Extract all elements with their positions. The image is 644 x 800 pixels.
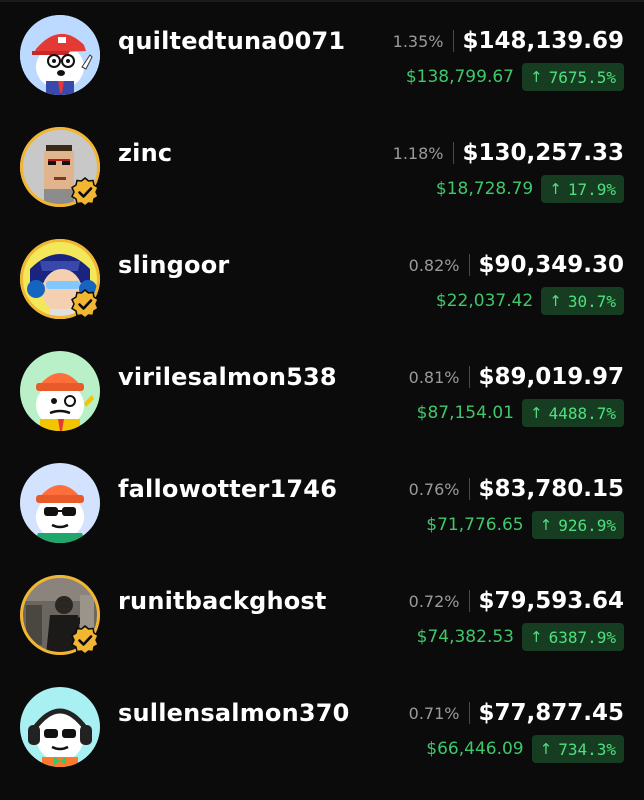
holder-row[interactable]: fallowotter1746 0.76% $83,780.15 $71,776… bbox=[0, 448, 644, 560]
gain-badge: ↑ 926.9% bbox=[531, 511, 624, 539]
divider bbox=[469, 590, 471, 612]
arrow-up-icon: ↑ bbox=[529, 68, 543, 86]
pnl-summary: $138,799.67 ↑ 7675.5% bbox=[406, 63, 624, 91]
gain-badge: ↑ 734.3% bbox=[531, 735, 624, 763]
supply-share: 1.18% bbox=[392, 143, 444, 163]
gain-percent: 4488.7% bbox=[548, 403, 616, 423]
cost-basis: $138,799.67 bbox=[405, 67, 514, 87]
avatar[interactable] bbox=[20, 351, 100, 431]
gain-badge: ↑ 17.9% bbox=[541, 175, 624, 203]
divider bbox=[469, 254, 471, 276]
gain-badge: ↑ 30.7% bbox=[541, 287, 624, 315]
gain-percent: 926.9% bbox=[558, 515, 616, 535]
gain-percent: 6387.9% bbox=[548, 627, 616, 647]
username[interactable]: runitbackghost bbox=[118, 587, 327, 615]
gain-percent: 734.3% bbox=[558, 739, 616, 759]
pnl-summary: $66,446.09 ↑ 734.3% bbox=[426, 735, 624, 763]
pnl-summary: $87,154.01 ↑ 4488.7% bbox=[417, 399, 624, 427]
username[interactable]: slingoor bbox=[118, 251, 229, 279]
fish-cartoon-beanie-icon bbox=[20, 351, 100, 431]
pnl-summary: $74,382.53 ↑ 6387.9% bbox=[417, 623, 624, 651]
holding-summary: 0.81% $89,019.97 bbox=[409, 364, 624, 390]
avatar[interactable] bbox=[20, 575, 100, 655]
holding-value: $77,877.45 bbox=[478, 700, 624, 726]
holder-row[interactable]: slingoor 0.82% $90,349.30 $22,037.42 ↑ 3… bbox=[0, 224, 644, 336]
verified-badge-icon bbox=[71, 177, 99, 207]
pnl-summary: $22,037.42 ↑ 30.7% bbox=[436, 287, 624, 315]
pnl-summary: $18,728.79 ↑ 17.9% bbox=[436, 175, 624, 203]
holding-value: $90,349.30 bbox=[478, 252, 624, 278]
fish-cartoon-sunglasses-icon bbox=[20, 463, 100, 543]
fish-cartoon-headphones-icon bbox=[20, 687, 100, 767]
supply-share: 1.35% bbox=[392, 31, 444, 51]
divider bbox=[469, 702, 471, 724]
gain-percent: 7675.5% bbox=[548, 67, 616, 87]
divider bbox=[469, 366, 471, 388]
supply-share: 0.72% bbox=[408, 591, 460, 611]
cost-basis: $74,382.53 bbox=[416, 627, 514, 647]
cost-basis: $22,037.42 bbox=[435, 291, 534, 311]
username[interactable]: virilesalmon538 bbox=[118, 363, 337, 391]
username[interactable]: zinc bbox=[118, 139, 172, 167]
avatar[interactable] bbox=[20, 15, 100, 95]
holder-row[interactable]: zinc 1.18% $130,257.33 $18,728.79 ↑ 17.9… bbox=[0, 112, 644, 224]
cost-basis: $71,776.65 bbox=[426, 515, 524, 535]
holding-value: $148,139.69 bbox=[462, 28, 624, 54]
username[interactable]: fallowotter1746 bbox=[118, 475, 337, 503]
holding-summary: 0.72% $79,593.64 bbox=[409, 588, 624, 614]
fish-cartoon-red-cap-icon bbox=[20, 15, 100, 95]
holding-summary: 1.18% $130,257.33 bbox=[393, 140, 624, 166]
arrow-up-icon: ↑ bbox=[539, 740, 553, 758]
avatar[interactable] bbox=[20, 239, 100, 319]
gain-percent: 17.9% bbox=[567, 179, 616, 199]
holder-row[interactable]: virilesalmon538 0.81% $89,019.97 $87,154… bbox=[0, 336, 644, 448]
gain-badge: ↑ 4488.7% bbox=[521, 399, 624, 427]
cost-basis: $66,446.09 bbox=[426, 739, 524, 759]
username[interactable]: sullensalmon370 bbox=[118, 699, 350, 727]
supply-share: 0.76% bbox=[408, 479, 460, 499]
holding-summary: 0.71% $77,877.45 bbox=[409, 700, 624, 726]
avatar[interactable] bbox=[20, 127, 100, 207]
holding-summary: 0.82% $90,349.30 bbox=[409, 252, 624, 278]
arrow-up-icon: ↑ bbox=[549, 292, 562, 310]
holding-summary: 0.76% $83,780.15 bbox=[409, 476, 624, 502]
supply-share: 0.81% bbox=[408, 367, 460, 387]
holding-value: $89,019.97 bbox=[478, 364, 624, 390]
holder-row[interactable]: runitbackghost 0.72% $79,593.64 $74,382.… bbox=[0, 560, 644, 672]
holding-value: $130,257.33 bbox=[462, 140, 624, 166]
holding-value: $83,780.15 bbox=[478, 476, 624, 502]
avatar[interactable] bbox=[20, 463, 100, 543]
arrow-up-icon: ↑ bbox=[529, 404, 543, 422]
gain-badge: ↑ 7675.5% bbox=[521, 63, 624, 91]
divider bbox=[453, 142, 455, 164]
holder-row[interactable]: quiltedtuna0071 1.35% $148,139.69 $138,7… bbox=[0, 0, 644, 112]
avatar[interactable] bbox=[20, 687, 100, 767]
pnl-summary: $71,776.65 ↑ 926.9% bbox=[426, 511, 624, 539]
holding-summary: 1.35% $148,139.69 bbox=[393, 28, 624, 54]
verified-badge-icon bbox=[71, 625, 99, 655]
arrow-up-icon: ↑ bbox=[549, 180, 562, 198]
divider bbox=[469, 478, 471, 500]
holding-value: $79,593.64 bbox=[478, 588, 624, 614]
arrow-up-icon: ↑ bbox=[529, 628, 543, 646]
arrow-up-icon: ↑ bbox=[539, 516, 553, 534]
supply-share: 0.82% bbox=[408, 255, 460, 275]
verified-badge-icon bbox=[71, 289, 99, 319]
gain-badge: ↑ 6387.9% bbox=[521, 623, 624, 651]
cost-basis: $18,728.79 bbox=[435, 179, 534, 199]
gain-percent: 30.7% bbox=[567, 291, 616, 311]
supply-share: 0.71% bbox=[408, 703, 460, 723]
holder-row[interactable]: sullensalmon370 0.71% $77,877.45 $66,446… bbox=[0, 672, 644, 784]
divider bbox=[453, 30, 455, 52]
cost-basis: $87,154.01 bbox=[416, 403, 514, 423]
username[interactable]: quiltedtuna0071 bbox=[118, 27, 345, 55]
